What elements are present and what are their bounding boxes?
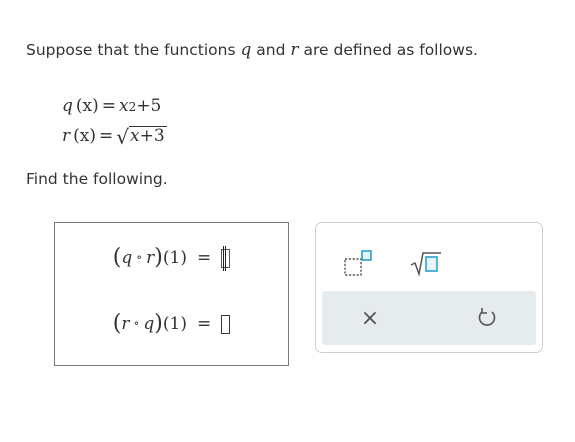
toolbar-action-row: × <box>322 291 536 345</box>
answer-input-r-of-q[interactable] <box>221 314 231 334</box>
def-q-arg: (x) <box>75 96 99 116</box>
superscript-icon <box>344 250 372 276</box>
sqrt-icon <box>410 252 441 277</box>
function-r-name: r <box>290 40 299 60</box>
answer2-arg: (1) <box>162 314 187 334</box>
answer-input-q-of-r[interactable] <box>221 245 231 271</box>
function-definitions: q (x) = x2 +5 r (x) = √ x+3 <box>62 86 167 149</box>
sqrt-button[interactable] <box>406 243 446 283</box>
undo-icon <box>478 308 496 326</box>
problem-prompt: Suppose that the functions q and r are d… <box>26 40 478 60</box>
definition-r: r (x) = √ x+3 <box>62 116 167 149</box>
prompt-and: and <box>256 41 286 59</box>
def-q-eq: = <box>101 96 116 116</box>
def-r-radicand-tail: +3 <box>139 126 165 147</box>
undo-button[interactable] <box>467 298 507 338</box>
find-label: Find the following. <box>26 170 168 188</box>
close-paren: ) <box>154 245 163 270</box>
superscript-button[interactable] <box>338 243 378 283</box>
def-q-base: x <box>119 96 129 116</box>
answer2-inner: q <box>143 314 155 334</box>
answer1-equals: = <box>196 248 212 268</box>
def-r-lhs: r <box>62 126 71 146</box>
def-r-arg: (x) <box>73 126 96 146</box>
radical-sign: √ <box>116 125 129 149</box>
answer2-equals: = <box>196 314 212 334</box>
answer-row-q-of-r: ( q ∘ r ) (1) = <box>55 245 288 271</box>
prompt-start: Suppose that the functions <box>26 41 236 59</box>
answer-row-r-of-q: ( r ∘ q ) (1) = <box>55 313 288 335</box>
math-toolbar: × <box>315 222 543 353</box>
close-paren: ) <box>154 311 163 336</box>
x-icon: × <box>360 305 380 331</box>
function-q-name: q <box>240 40 252 60</box>
open-paren: ( <box>112 245 122 270</box>
def-q-exponent: 2 <box>128 100 137 114</box>
def-q-lhs: q <box>62 96 73 116</box>
def-r-radicand-var: x <box>130 126 140 147</box>
answer-panel: ( q ∘ r ) (1) = ( r ∘ q ) (1) = <box>54 222 289 366</box>
definition-q: q (x) = x2 +5 <box>62 86 167 116</box>
clear-button[interactable]: × <box>350 298 390 338</box>
open-paren: ( <box>112 311 122 336</box>
compose-operator: ∘ <box>136 250 143 264</box>
def-q-tail: +5 <box>136 96 162 116</box>
answer1-arg: (1) <box>162 248 187 268</box>
sqrt-expression: √ x+3 <box>116 125 167 149</box>
answer1-inner: r <box>146 248 155 268</box>
answer2-outer: r <box>121 314 130 334</box>
answer1-outer: q <box>121 248 133 268</box>
compose-operator: ∘ <box>133 316 140 330</box>
prompt-end: are defined as follows. <box>303 41 478 59</box>
def-r-eq: = <box>99 126 114 146</box>
radicand: x+3 <box>129 126 167 146</box>
